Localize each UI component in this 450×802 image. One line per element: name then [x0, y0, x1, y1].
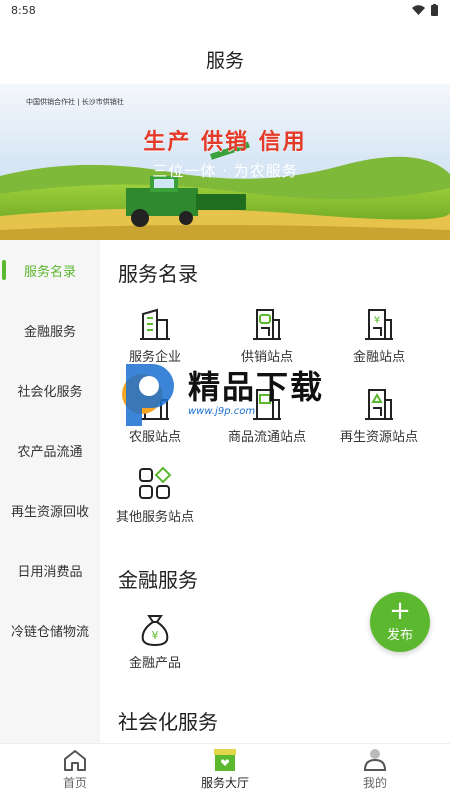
service-item-enterprise[interactable]: 服务企业: [100, 306, 210, 365]
sidebar-item-label: 再生资源回收: [10, 504, 89, 520]
promo-banner[interactable]: 中国供销合作社 | 长沙市供销社 生产 供销 信用 三位一体 · 为农服务: [0, 84, 450, 240]
service-item-label: 商品流通站点: [227, 430, 306, 445]
publish-label: 发布: [386, 628, 413, 643]
svg-text:¥: ¥: [374, 315, 380, 326]
section-title-directory: 服务名录: [118, 262, 198, 286]
recycle-station-icon: [365, 389, 393, 420]
tab-mine[interactable]: 我的: [300, 744, 450, 802]
home-icon: [64, 750, 86, 771]
sidebar-item-recycling[interactable]: 再生资源回收: [0, 480, 100, 540]
section-title-social: 社会化服务: [118, 710, 218, 734]
service-item-finance-product[interactable]: ¥ 金融产品: [100, 612, 210, 671]
tab-home[interactable]: 首页: [0, 744, 150, 802]
tab-label: 我的: [362, 776, 387, 790]
tab-service-hall[interactable]: 服务大厅: [150, 744, 300, 802]
status-time: 8:58: [11, 4, 36, 17]
sidebar-item-label: 服务名录: [23, 264, 76, 280]
service-item-label: 服务企业: [128, 350, 181, 365]
sidebar-item-label: 金融服务: [23, 324, 76, 340]
service-item-supply-station[interactable]: 供销站点: [212, 306, 322, 365]
tab-label: 服务大厅: [200, 776, 249, 790]
category-sidebar: 服务名录 金融服务 社会化服务 农产品流通 再生资源回收 日用消费品 冷链仓储物…: [0, 240, 100, 743]
finance-station-icon: ¥: [365, 309, 393, 340]
service-item-label: 其他服务站点: [115, 510, 194, 525]
service-item-finance-station[interactable]: ¥ 金融站点: [324, 306, 434, 365]
service-item-label: 供销站点: [240, 350, 293, 365]
service-item-goods-station[interactable]: 商品流通站点: [212, 386, 322, 445]
service-item-agri-station[interactable]: 农服站点: [100, 386, 210, 445]
plus-icon: +: [389, 596, 411, 626]
wifi-icon: [412, 5, 425, 15]
sidebar-item-label: 农产品流通: [17, 444, 83, 460]
service-item-label: 金融站点: [352, 350, 405, 365]
header: 服务: [0, 22, 450, 84]
svg-text:¥: ¥: [152, 629, 159, 642]
goods-station-icon: [253, 389, 281, 420]
sidebar-item-label: 日用消费品: [17, 564, 83, 580]
sidebar-item-directory[interactable]: 服务名录: [0, 240, 100, 300]
service-item-label: 再生资源站点: [339, 430, 418, 445]
service-hall-icon: [214, 749, 236, 771]
building-icon: [140, 308, 170, 340]
page-title: 服务: [205, 50, 244, 72]
banner-subslogan: 三位一体 · 为农服务: [152, 162, 298, 180]
sidebar-item-finance[interactable]: 金融服务: [0, 300, 100, 360]
money-bag-icon: ¥: [141, 615, 169, 647]
service-content: 服务名录 服务企业 供销站点 ¥ 金融站点 农服站点 商品流通站点 再生资源站点…: [100, 240, 450, 743]
service-item-label: 金融产品: [128, 656, 181, 671]
active-indicator: [2, 260, 6, 280]
tab-label: 首页: [62, 776, 87, 790]
sidebar-item-cold-chain[interactable]: 冷链仓储物流: [0, 600, 100, 660]
banner-slogan: 生产 供销 信用: [143, 130, 307, 155]
agri-station-icon: [141, 389, 169, 420]
banner-logo-text: 中国供销合作社 | 长沙市供销社: [26, 98, 124, 106]
service-item-recycle-station[interactable]: 再生资源站点: [324, 386, 434, 445]
sidebar-item-agri-circulation[interactable]: 农产品流通: [0, 420, 100, 480]
sidebar-item-label: 冷链仓储物流: [10, 624, 89, 640]
battery-icon: [431, 4, 438, 16]
supply-station-icon: [253, 309, 281, 340]
grid-icon: [139, 466, 172, 499]
sidebar-item-social[interactable]: 社会化服务: [0, 360, 100, 420]
sidebar-item-label: 社会化服务: [17, 384, 83, 400]
publish-button[interactable]: + 发布: [370, 592, 430, 652]
service-item-other-station[interactable]: 其他服务站点: [100, 466, 210, 525]
bottom-tab-bar: 首页 服务大厅 我的: [0, 743, 450, 802]
status-icons: [412, 4, 438, 16]
user-icon: [363, 749, 387, 771]
section-title-finance: 金融服务: [118, 568, 198, 592]
sidebar-item-consumer-goods[interactable]: 日用消费品: [0, 540, 100, 600]
status-bar: 8:58: [0, 0, 450, 22]
service-item-label: 农服站点: [128, 430, 181, 445]
